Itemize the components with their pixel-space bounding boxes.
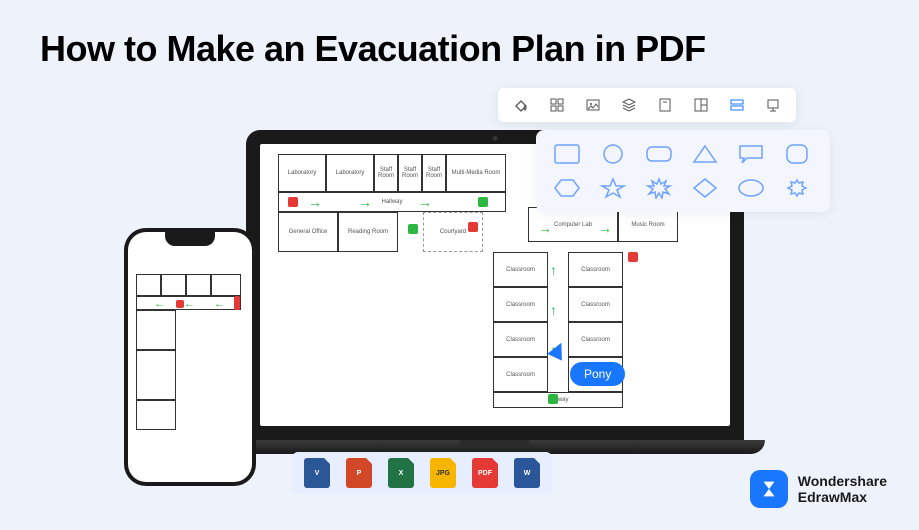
room: Staff Room	[374, 154, 398, 192]
room: Courtyard	[423, 212, 483, 252]
laptop-camera-icon	[493, 136, 498, 141]
room	[136, 400, 176, 430]
shape-gear[interactable]	[782, 176, 812, 200]
shape-hexagon[interactable]	[552, 176, 582, 200]
room: Classroom	[493, 252, 548, 287]
shape-rounded-rect[interactable]	[644, 142, 674, 166]
room: Classroom	[493, 287, 548, 322]
shape-ellipse[interactable]	[736, 176, 766, 200]
room: Laboratory	[278, 154, 326, 192]
room	[211, 274, 241, 296]
shapes-panel	[536, 130, 830, 212]
exit-arrow-icon: →	[358, 194, 372, 210]
extinguisher-icon	[234, 296, 240, 310]
room: General Office	[278, 212, 338, 252]
shape-diamond[interactable]	[690, 176, 720, 200]
exit-arrow-icon: ←	[214, 298, 225, 310]
brand-line2: EdrawMax	[798, 489, 887, 505]
room: Classroom	[568, 322, 623, 357]
shape-star[interactable]	[598, 176, 628, 200]
fire-icon	[628, 252, 638, 262]
format-jpg[interactable]: JPG	[430, 458, 456, 488]
room	[136, 350, 176, 400]
fire-icon	[288, 197, 298, 207]
image-icon[interactable]	[584, 96, 602, 114]
fire-icon	[176, 300, 184, 308]
exit-sign-icon	[408, 224, 418, 234]
room: Classroom	[568, 252, 623, 287]
room: Staff Room	[422, 154, 446, 192]
exit-arrow-icon: ←	[184, 298, 195, 310]
format-powerpoint[interactable]: P	[346, 458, 372, 488]
exit-arrow-icon: ↑	[550, 302, 557, 318]
exit-arrow-icon: →	[598, 220, 612, 236]
fire-icon	[468, 222, 478, 232]
room	[136, 274, 161, 296]
shape-burst[interactable]	[644, 176, 674, 200]
phone-mockup: ← ← ←	[124, 228, 256, 486]
room: Music Room	[618, 207, 678, 242]
exit-arrow-icon: ←	[154, 298, 165, 310]
phone-notch	[165, 232, 215, 246]
edrawmax-icon	[750, 470, 788, 508]
exit-sign-icon	[548, 394, 558, 404]
room: Multi-Media Room	[446, 154, 506, 192]
format-word[interactable]: W	[514, 458, 540, 488]
room: Staff Room	[398, 154, 422, 192]
format-excel[interactable]: X	[388, 458, 414, 488]
floorplan-mobile[interactable]: ← ← ←	[134, 254, 246, 472]
room	[161, 274, 186, 296]
exit-arrow-icon: ↑	[550, 262, 557, 278]
room: Classroom	[493, 322, 548, 357]
toolbar	[498, 88, 796, 122]
export-formats: V P X JPG PDF W	[292, 452, 552, 494]
format-visio[interactable]: V	[304, 458, 330, 488]
room: Laboratory	[326, 154, 374, 192]
page-icon[interactable]	[656, 96, 674, 114]
room: Classroom	[493, 357, 548, 392]
grid-icon[interactable]	[548, 96, 566, 114]
brand-line1: Wondershare	[798, 473, 887, 489]
room: Hallway	[493, 392, 623, 408]
shape-rounded-square[interactable]	[782, 142, 812, 166]
shape-triangle[interactable]	[690, 142, 720, 166]
brand-logo: Wondershare EdrawMax	[750, 470, 887, 508]
shape-rectangle[interactable]	[552, 142, 582, 166]
storage-icon[interactable]	[728, 96, 746, 114]
room	[136, 310, 176, 350]
shape-circle[interactable]	[598, 142, 628, 166]
format-pdf[interactable]: PDF	[472, 458, 498, 488]
room	[186, 274, 211, 296]
exit-arrow-icon: →	[418, 194, 432, 210]
fill-bucket-icon[interactable]	[512, 96, 530, 114]
room: Classroom	[568, 287, 623, 322]
cursor-user-label: Pony	[570, 362, 625, 386]
presentation-icon[interactable]	[764, 96, 782, 114]
exit-arrow-icon: →	[538, 220, 552, 236]
shape-callout[interactable]	[736, 142, 766, 166]
layout-icon[interactable]	[692, 96, 710, 114]
room: Reading Room	[338, 212, 398, 252]
exit-arrow-icon: →	[308, 194, 322, 210]
exit-sign-icon	[478, 197, 488, 207]
layers-icon[interactable]	[620, 96, 638, 114]
page-title: How to Make an Evacuation Plan in PDF	[40, 28, 706, 70]
